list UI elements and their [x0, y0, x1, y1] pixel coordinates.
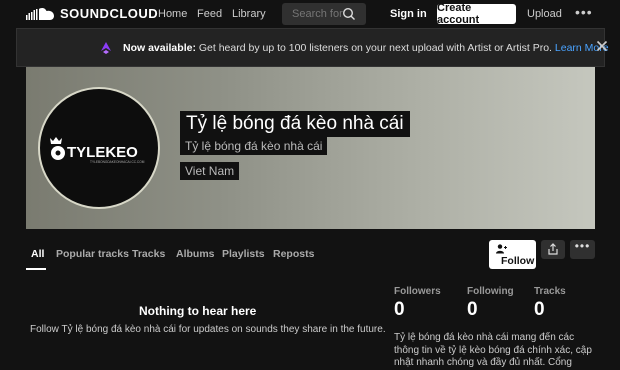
following-count[interactable]: 0 [467, 299, 478, 321]
search-icon[interactable] [342, 7, 356, 21]
tab-reposts[interactable]: Reposts [273, 248, 314, 260]
tab-playlists[interactable]: Playlists [222, 248, 265, 260]
profile-subtitle: Tỷ lệ bóng đá kèo nhà cái [180, 137, 328, 155]
tab-popular-tracks[interactable]: Popular tracks [56, 248, 129, 260]
follow-label: Follow [501, 255, 535, 267]
sign-in-link[interactable]: Sign in [390, 8, 427, 20]
avatar: TYLEKEO TYLEBONGDAKEONHACAI.CC.COM [38, 87, 160, 209]
profile-header: TYLEKEO TYLEBONGDAKEONHACAI.CC.COM Tỷ lệ… [26, 67, 595, 229]
followers-count[interactable]: 0 [394, 299, 405, 321]
tab-all[interactable]: All [31, 248, 44, 260]
soundcloud-cloud-icon [26, 7, 54, 20]
create-account-button[interactable]: Create account [437, 2, 516, 26]
empty-state-title: Nothing to hear here [139, 304, 257, 318]
avatar-tagline-text: TYLEBONGDAKEONHACAI.CC.COM [90, 160, 145, 164]
nav-library-link[interactable]: Library [232, 8, 266, 20]
following-label[interactable]: Following [467, 286, 514, 297]
tab-tracks[interactable]: Tracks [132, 248, 165, 260]
tab-albums[interactable]: Albums [176, 248, 215, 260]
profile-bio: Tỷ lệ bóng đá kèo nhà cái mang đến các t… [394, 332, 592, 370]
nav-home-link[interactable]: Home [158, 8, 187, 20]
active-tab-indicator [26, 268, 46, 270]
profile-name: Tỷ lệ bóng đá kèo nhà cái [180, 111, 410, 137]
more-options-icon[interactable]: ••• [575, 5, 593, 19]
avatar-brand-text: TYLEKEO [67, 144, 138, 161]
soundcloud-logo[interactable]: SOUNDCLOUD [26, 6, 158, 21]
close-icon[interactable] [595, 39, 609, 53]
artist-pro-icon [101, 42, 111, 54]
more-actions-button[interactable]: ••• [570, 240, 595, 259]
search-box[interactable] [282, 3, 366, 25]
logo-text: SOUNDCLOUD [60, 6, 159, 21]
follow-button[interactable]: Follow [489, 240, 536, 269]
tracks-label[interactable]: Tracks [534, 286, 566, 297]
profile-location: Viet Nam [180, 162, 240, 180]
add-user-icon [496, 244, 507, 254]
upload-link[interactable]: Upload [527, 8, 562, 20]
empty-state-subtitle: Follow Tỷ lệ bóng đá kèo nhà cái for upd… [30, 324, 386, 335]
share-icon [548, 243, 558, 255]
banner-message: Now available: Get heard by up to 100 li… [123, 42, 609, 54]
tracks-count[interactable]: 0 [534, 299, 545, 321]
search-input[interactable] [292, 8, 344, 20]
followers-label[interactable]: Followers [394, 286, 441, 297]
share-button[interactable] [541, 240, 565, 259]
announcement-banner: Now available: Get heard by up to 100 li… [16, 28, 609, 67]
top-nav: SOUNDCLOUD Home Feed Library Sign in Cre… [0, 0, 620, 28]
tylekeo-logo: TYLEKEO TYLEBONGDAKEONHACAI.CC.COM [50, 137, 145, 164]
banner-body-text: Get heard by up to 100 listeners on your… [195, 42, 555, 54]
nav-feed-link[interactable]: Feed [197, 8, 222, 20]
banner-bold-text: Now available: [123, 42, 196, 54]
